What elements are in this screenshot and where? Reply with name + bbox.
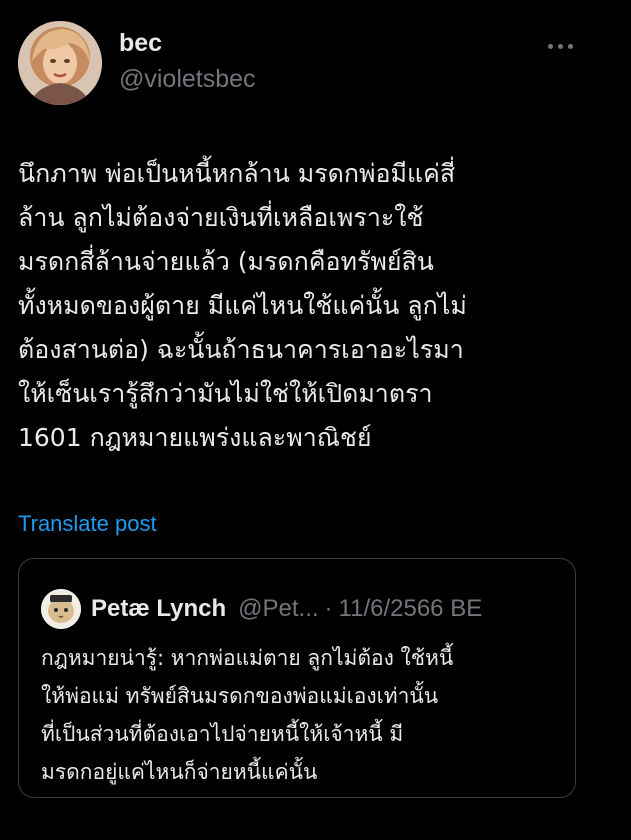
quote-text: กฎหมายน่ารู้: หากพ่อแม่ตาย ลูกไม่ต้อง ใช… xyxy=(41,639,561,791)
tweet-text-line: นึกภาพ พ่อเป็นหนี้หกล้าน มรดกพ่อมีแค่สี่ xyxy=(18,159,456,188)
translate-post-link[interactable]: Translate post xyxy=(18,510,157,538)
quote-user-handle[interactable]: @Pet... xyxy=(238,595,318,623)
tweet-text-line: ล้าน ลูกไม่ต้องจ่ายเงินที่เหลือเพราะใช้ xyxy=(18,203,424,232)
tweet-text-line: 1601 กฎหมายแพร่งและพาณิชย์ xyxy=(18,423,372,452)
avatar[interactable] xyxy=(18,21,102,105)
more-horizontal-icon xyxy=(557,43,563,49)
display-name[interactable]: bec xyxy=(119,28,162,58)
cat-icon xyxy=(41,589,81,629)
tweet-text-line: ให้เซ็นเรารู้สึกว่ามันไม่ใช่ให้เปิดมาตรา xyxy=(18,379,433,408)
quote-display-name[interactable]: Petæ Lynch xyxy=(91,595,226,623)
quote-text-line: ให้พ่อแม่ ทรัพย์สินมรดกของพ่อแม่เองเท่าน… xyxy=(41,684,439,708)
quote-separator: · xyxy=(324,595,333,622)
tweet-text-line: มรดกสี่ล้านจ่ายแล้ว (มรดกคือทรัพย์สิน xyxy=(18,247,434,276)
quote-text-line: มรดกอยู่แค่ไหนก็จ่ายหนี้แค่นั้น xyxy=(41,760,318,784)
quote-text-line: ที่เป็นส่วนที่ต้องเอาไปจ่ายหนี้ให้เจ้าหน… xyxy=(41,722,404,746)
quoted-post-card[interactable]: Petæ Lynch @Pet... · 11/6/2566 BE กฎหมาย… xyxy=(18,558,576,798)
more-horizontal-icon xyxy=(547,43,553,49)
tweet-text-line: ต้องสานต่อ) ฉะนั้นถ้าธนาคารเอาอะไรมา xyxy=(18,335,464,364)
tweet-text: นึกภาพ พ่อเป็นหนี้หกล้าน มรดกพ่อมีแค่สี่… xyxy=(18,152,618,460)
more-options-button[interactable] xyxy=(540,34,580,58)
tweet-text-line: ทั้งหมดของผู้ตาย มีแค่ไหนใช้แค่นั้น ลูกไ… xyxy=(18,291,467,320)
more-horizontal-icon xyxy=(567,43,573,49)
quote-header: Petæ Lynch @Pet... · 11/6/2566 BE xyxy=(91,589,482,629)
quote-date[interactable]: 11/6/2566 BE xyxy=(339,595,483,623)
quote-avatar xyxy=(41,589,81,629)
quote-text-line: กฎหมายน่ารู้: หากพ่อแม่ตาย ลูกไม่ต้อง ใช… xyxy=(41,646,454,670)
profile-photo-icon xyxy=(18,21,102,105)
user-handle[interactable]: @violetsbec xyxy=(119,64,256,94)
